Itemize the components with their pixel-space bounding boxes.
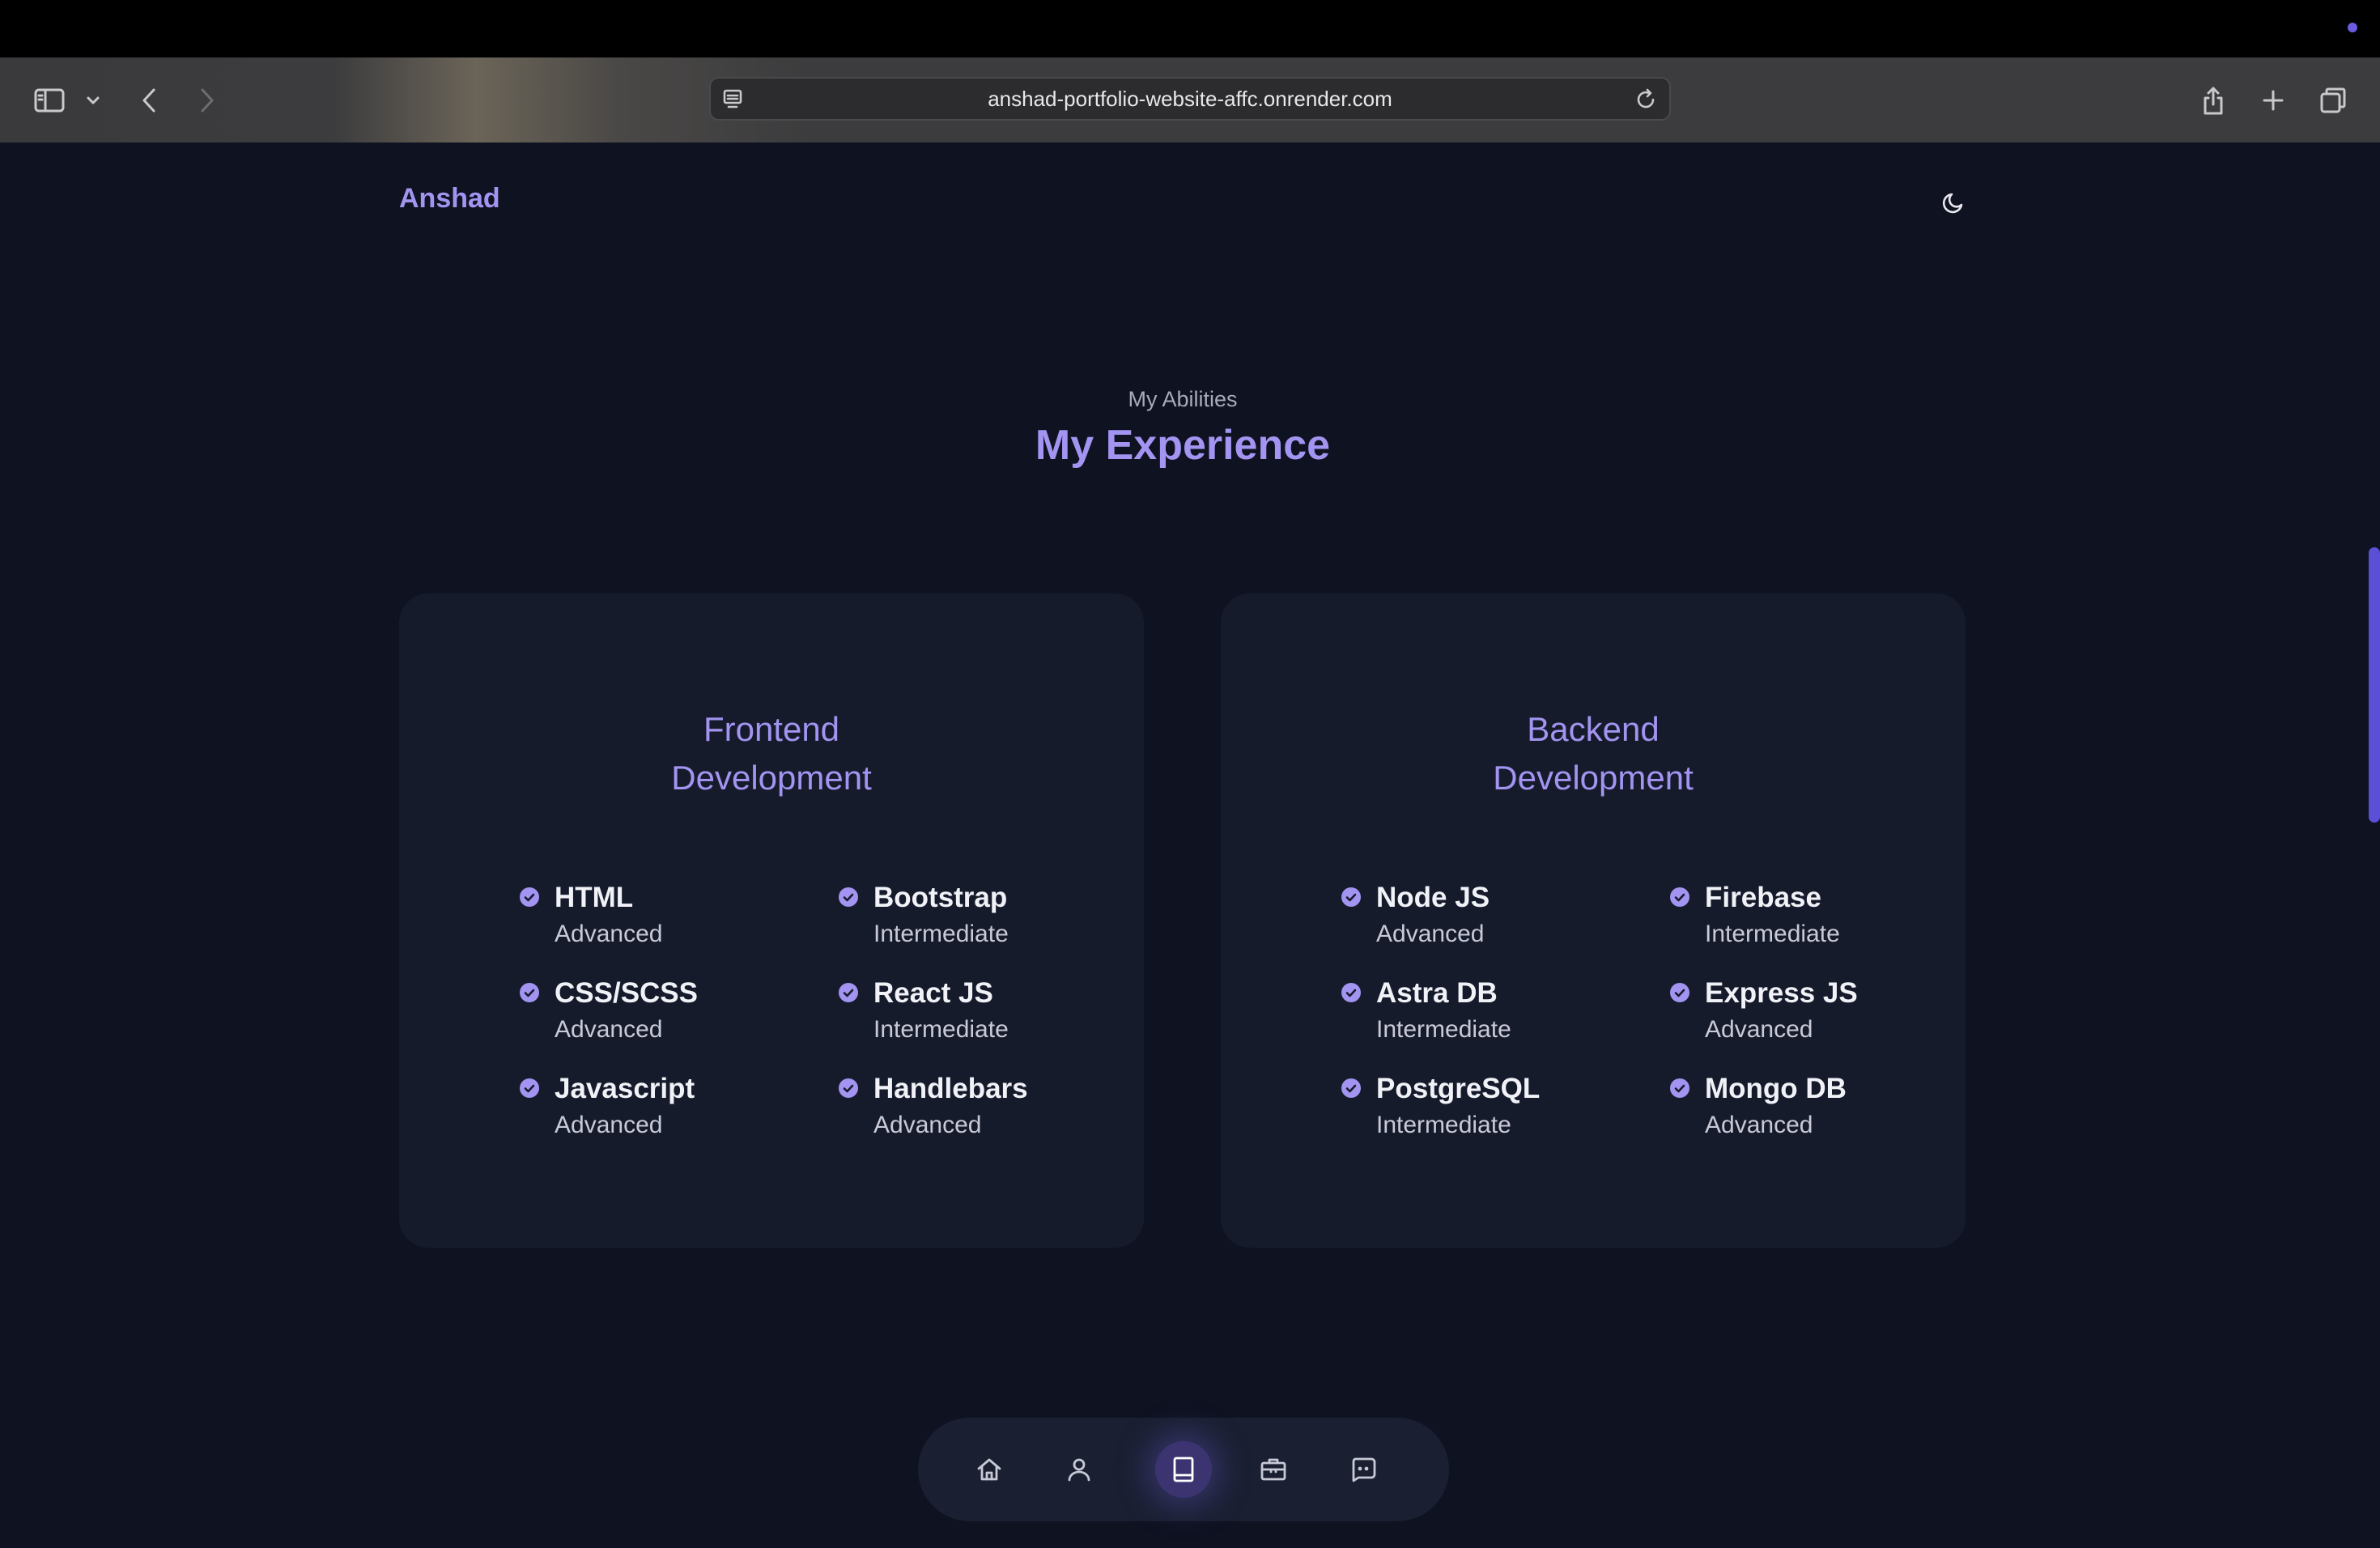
check-badge-icon <box>1670 983 1689 1002</box>
skill-name: Firebase <box>1705 882 1821 913</box>
portfolio-page: Anshad My Abilities My Experience Fronte… <box>0 142 2380 1548</box>
frontend-card-title: Frontend Development <box>671 710 872 797</box>
check-badge-icon <box>1670 887 1689 907</box>
check-badge-icon <box>839 1078 858 1098</box>
check-badge-icon <box>520 983 539 1002</box>
address-bar[interactable]: anshad-portfolio-website-affc.onrender.c… <box>709 77 1671 121</box>
plus-icon[interactable] <box>2257 57 2289 142</box>
section-title: My Experience <box>1035 422 1331 469</box>
status-dot <box>2348 23 2357 32</box>
skill-level: Advanced <box>873 1112 982 1138</box>
check-badge-icon <box>1341 1078 1361 1098</box>
frontend-card: Frontend Development HTML Advanced Boots… <box>399 593 1144 1248</box>
check-badge-icon <box>839 887 858 907</box>
skill-level: Advanced <box>555 1016 663 1043</box>
brand-logo[interactable]: Anshad <box>399 183 500 215</box>
chevron-down-icon[interactable] <box>81 57 105 142</box>
check-badge-icon <box>520 887 539 907</box>
sidebar-icon[interactable] <box>29 57 70 142</box>
skill-name: CSS/SCSS <box>555 977 698 1009</box>
moon-icon[interactable] <box>1938 186 1970 219</box>
message-icon[interactable] <box>1335 1441 1392 1498</box>
section-subtitle: My Abilities <box>1128 387 1238 411</box>
share-icon[interactable] <box>2197 57 2229 142</box>
forward-arrow-icon[interactable] <box>193 57 222 142</box>
skill-name: Express JS <box>1705 977 1858 1009</box>
bottom-nav <box>918 1418 1449 1521</box>
skill-name: Handlebars <box>873 1073 1028 1104</box>
check-badge-icon <box>1341 983 1361 1002</box>
page-scrollbar[interactable] <box>2369 547 2380 823</box>
backend-card-title: Backend Development <box>1493 710 1694 797</box>
check-badge-icon <box>839 983 858 1002</box>
skill-level: Advanced <box>1376 921 1485 947</box>
book-icon[interactable] <box>1155 1441 1212 1498</box>
skill-level: Intermediate <box>873 921 1009 947</box>
url-text[interactable]: anshad-portfolio-website-affc.onrender.c… <box>711 79 1669 119</box>
skill-name: Mongo DB <box>1705 1073 1847 1104</box>
check-badge-icon <box>1341 887 1361 907</box>
skill-level: Intermediate <box>1376 1112 1511 1138</box>
skill-level: Intermediate <box>1705 921 1840 947</box>
skill-name: Javascript <box>555 1073 695 1104</box>
check-badge-icon <box>520 1078 539 1098</box>
skill-level: Advanced <box>1705 1016 1813 1043</box>
check-badge-icon <box>1670 1078 1689 1098</box>
tab-overview-icon[interactable] <box>2317 57 2349 142</box>
skill-level: Advanced <box>555 921 663 947</box>
user-icon[interactable] <box>1051 1441 1107 1498</box>
skill-name: React JS <box>873 977 993 1009</box>
browser-toolbar: anshad-portfolio-website-affc.onrender.c… <box>0 57 2380 143</box>
skill-level: Advanced <box>555 1112 663 1138</box>
backend-card: Backend Development Node JS Advanced Fir… <box>1221 593 1966 1248</box>
skill-level: Advanced <box>1705 1112 1813 1138</box>
reload-icon[interactable] <box>1634 87 1658 116</box>
skill-name: HTML <box>555 882 634 913</box>
skill-level: Intermediate <box>1376 1016 1511 1043</box>
skill-name: Bootstrap <box>873 882 1008 913</box>
home-icon[interactable] <box>961 1441 1018 1498</box>
skill-level: Intermediate <box>873 1016 1009 1043</box>
skill-name: PostgreSQL <box>1376 1073 1541 1104</box>
skill-name: Node JS <box>1376 882 1490 913</box>
skill-name: Astra DB <box>1376 977 1498 1009</box>
back-arrow-icon[interactable] <box>134 57 164 142</box>
system-top-bar <box>0 0 2380 57</box>
briefcase-icon[interactable] <box>1245 1441 1302 1498</box>
